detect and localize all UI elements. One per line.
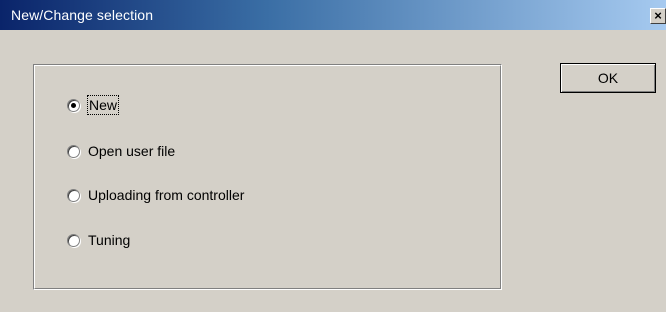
option-tuning[interactable]: Tuning bbox=[67, 230, 130, 250]
ok-button[interactable]: OK bbox=[560, 63, 656, 93]
window-title: New/Change selection bbox=[11, 7, 154, 23]
radio-uploading-from-controller[interactable] bbox=[67, 188, 80, 202]
title-bar[interactable]: New/Change selection × bbox=[0, 0, 666, 30]
option-new-label: New bbox=[86, 95, 120, 115]
radio-open-user-file[interactable] bbox=[67, 144, 80, 158]
radio-tuning[interactable] bbox=[67, 233, 80, 247]
option-uploading-from-controller-label: Uploading from controller bbox=[88, 187, 245, 203]
option-tuning-label: Tuning bbox=[88, 232, 131, 248]
option-new[interactable]: New bbox=[67, 95, 120, 115]
selection-group: New Open user file Uploading from contro… bbox=[33, 64, 502, 290]
option-open-user-file-label: Open user file bbox=[88, 143, 176, 159]
option-uploading-from-controller[interactable]: Uploading from controller bbox=[67, 185, 244, 205]
radio-new[interactable] bbox=[67, 98, 80, 112]
dialog-window: New/Change selection × New Open user fil… bbox=[0, 0, 666, 312]
option-open-user-file[interactable]: Open user file bbox=[67, 141, 175, 161]
close-icon[interactable]: × bbox=[650, 8, 666, 24]
